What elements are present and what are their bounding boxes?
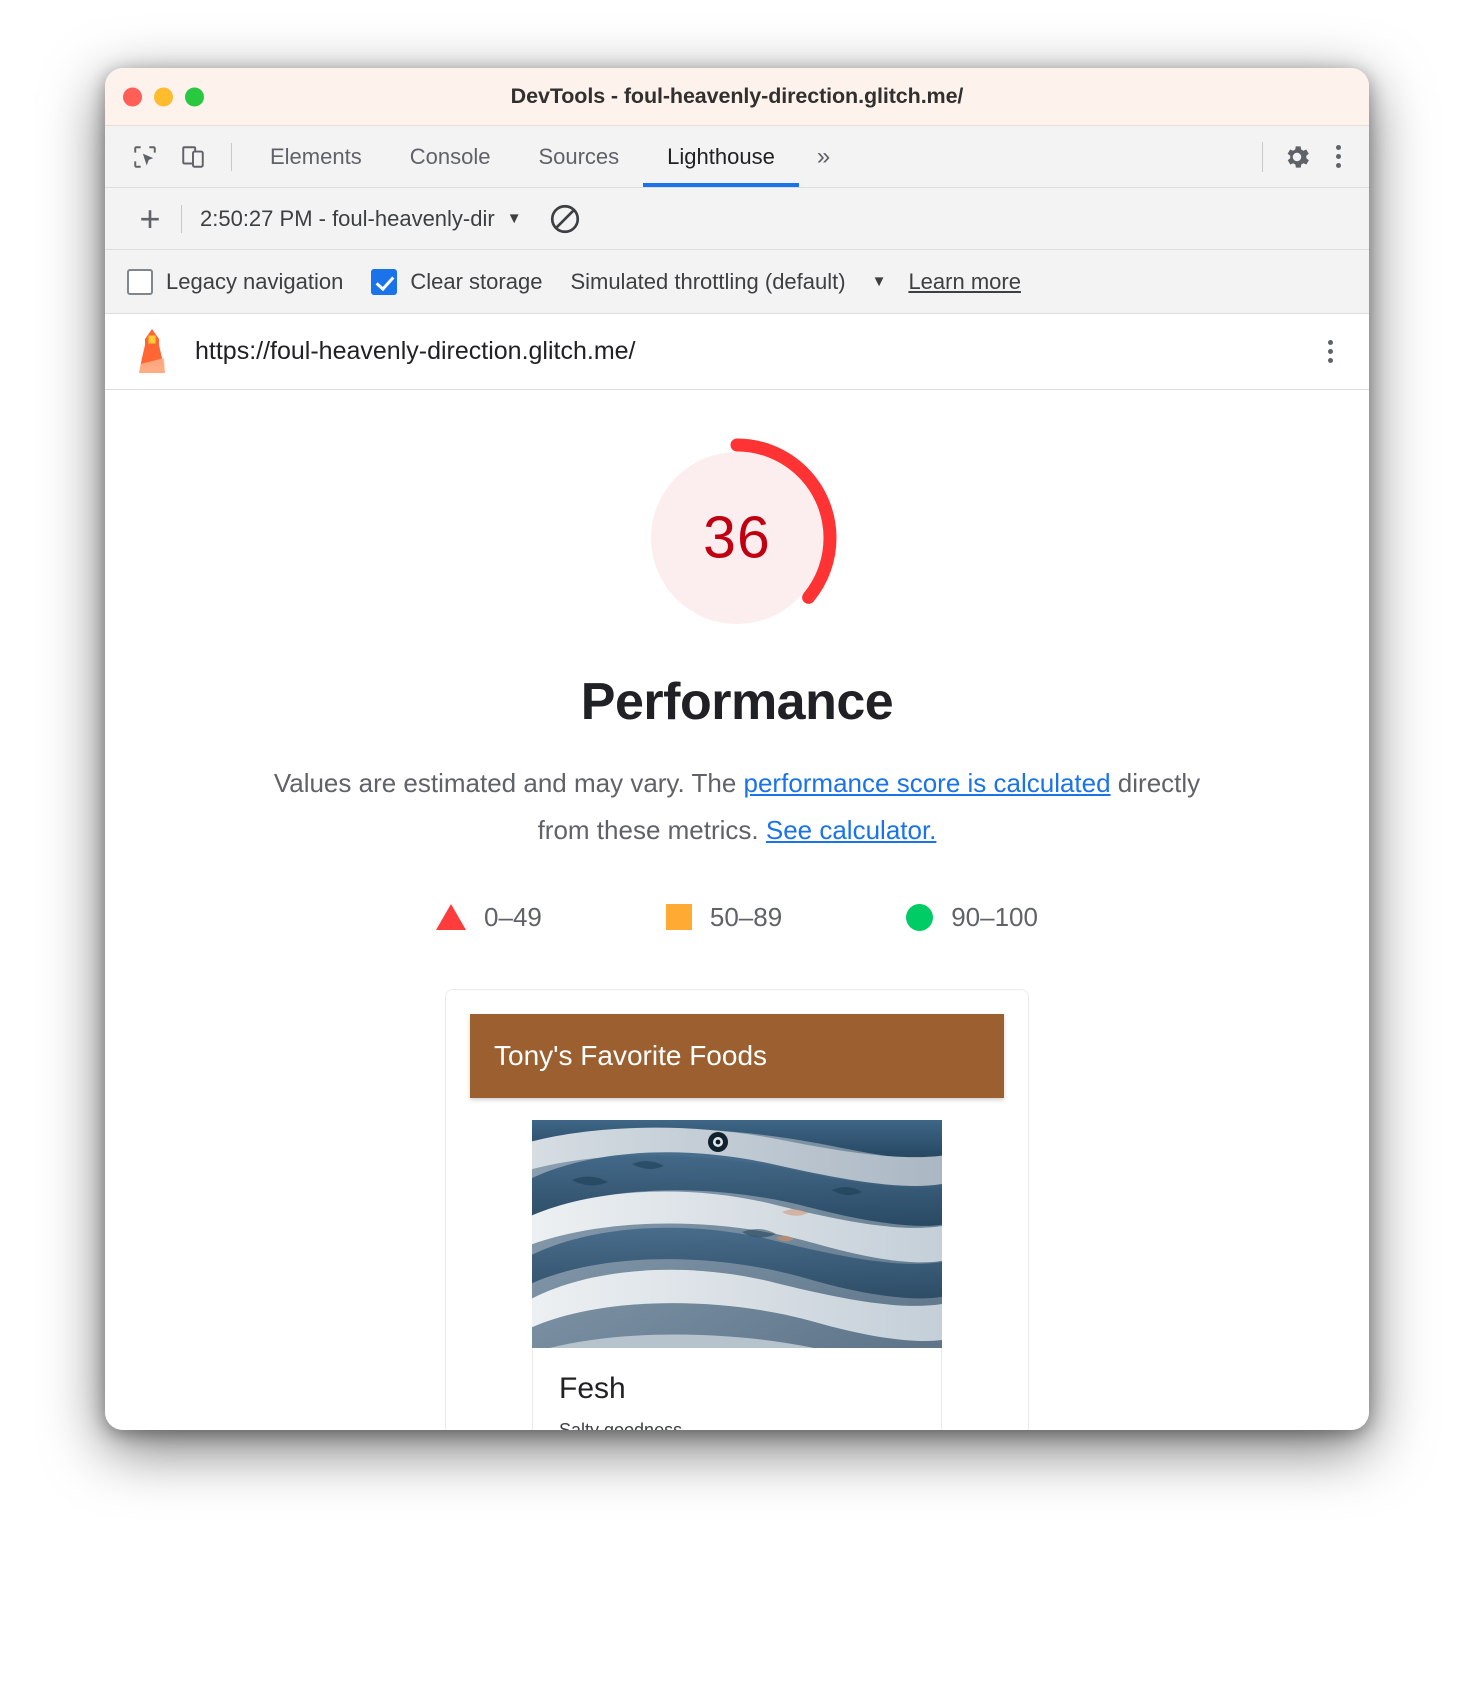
legend-item-pass: 90–100 [906,902,1038,933]
site-item-title: Fesh [559,1371,626,1405]
report-select-value: 2:50:27 PM - foul-heavenly-dir [200,205,495,231]
lighthouse-options-row: Legacy navigation Clear storage Simulate… [105,250,1369,314]
runbar-divider [181,204,182,233]
tab-sources-label: Sources [538,143,620,169]
page-title: Performance [580,673,894,731]
legacy-navigation-checkbox[interactable] [127,268,153,295]
circle-icon [906,903,934,931]
site-card-body: Fesh Salty goodness [532,1347,942,1430]
tab-console[interactable]: Console [386,126,515,187]
performance-score-value: 36 [703,504,771,571]
score-gauge-wrap: 36 [105,438,1369,638]
devtools-window: DevTools - foul-heavenly-direction.glitc… [105,68,1369,1430]
learn-more-link[interactable]: Learn more [908,269,1021,295]
window-titlebar: DevTools - foul-heavenly-direction.glitc… [105,68,1369,126]
legacy-navigation-label: Legacy navigation [166,268,344,294]
report-url-header: https://foul-heavenly-direction.glitch.m… [105,314,1369,390]
disclaimer-text-pre: Values are estimated and may vary. The [273,768,744,798]
kebab-menu-icon[interactable] [1321,140,1355,174]
lighthouse-runbar: + 2:50:27 PM - foul-heavenly-dir ▼ [105,188,1369,250]
tab-elements-label: Elements [270,143,362,169]
fish-photo [532,1119,942,1348]
chevron-down-icon: ▼ [871,273,887,290]
tab-lighthouse-label: Lighthouse [667,143,775,169]
report-url: https://foul-heavenly-direction.glitch.m… [195,337,636,365]
zoom-button[interactable] [185,87,204,106]
legend-label-pass: 90–100 [951,901,1038,932]
legend-item-fail: 0–49 [436,902,542,933]
gear-icon[interactable] [1273,142,1321,172]
window-controls[interactable] [123,87,204,106]
square-icon [665,904,692,931]
throttling-label: Simulated throttling (default) [570,268,846,294]
lighthouse-icon [131,328,173,376]
inspect-element-icon[interactable] [121,126,169,187]
new-report-button[interactable]: + [127,200,173,237]
chevron-down-icon: ▼ [506,210,522,227]
final-screenshot-card: Tony's Favorite Foods Fesh Salty goodnes… [445,988,1029,1430]
toolbar-divider-right [1262,141,1263,172]
lighthouse-report-body: 36 Performance Values are estimated and … [105,390,1369,1430]
performance-score-gauge: 36 [637,438,837,638]
kebab-menu-icon[interactable] [1313,335,1347,369]
toolbar-divider [231,142,232,171]
panel-tabs: Elements Console Sources Lighthouse [246,126,799,187]
triangle-icon [436,904,467,931]
devtools-tabbar: Elements Console Sources Lighthouse » [105,126,1369,188]
screenshot-root: DevTools - foul-heavenly-direction.glitc… [0,0,1474,1692]
tab-sources[interactable]: Sources [514,126,643,187]
close-button[interactable] [123,87,142,106]
clear-storage-option[interactable]: Clear storage [371,268,543,295]
legacy-navigation-option[interactable]: Legacy navigation [127,268,344,295]
score-legend: 0–49 50–89 90–100 [105,902,1369,933]
site-banner-title: Tony's Favorite Foods [470,1013,1004,1098]
report-select[interactable]: 2:50:27 PM - foul-heavenly-dir ▼ [200,206,522,232]
site-item-subtitle: Salty goodness [559,1419,683,1430]
legend-label-fail: 0–49 [484,901,542,932]
window-title: DevTools - foul-heavenly-direction.glitc… [510,84,964,108]
more-tabs-icon[interactable]: » [799,126,848,187]
clear-all-icon[interactable] [548,202,582,236]
legend-item-average: 50–89 [665,901,783,933]
tab-lighthouse[interactable]: Lighthouse [643,126,799,187]
see-calculator-link[interactable]: See calculator. [766,815,937,845]
minimize-button[interactable] [154,87,173,106]
performance-score-link[interactable]: performance score is calculated [744,768,1111,798]
throttling-select[interactable]: Simulated throttling (default) ▼ [570,269,886,295]
score-disclaimer: Values are estimated and may vary. The p… [267,760,1207,854]
clear-storage-label: Clear storage [410,268,543,294]
clear-storage-checkbox[interactable] [371,268,398,295]
legend-label-average: 50–89 [709,901,783,932]
tabbar-actions [1262,126,1369,187]
fish-photo-graphic [532,1119,942,1348]
device-toolbar-icon[interactable] [169,126,217,187]
tab-elements[interactable]: Elements [246,126,386,187]
tab-console-label: Console [409,143,491,169]
